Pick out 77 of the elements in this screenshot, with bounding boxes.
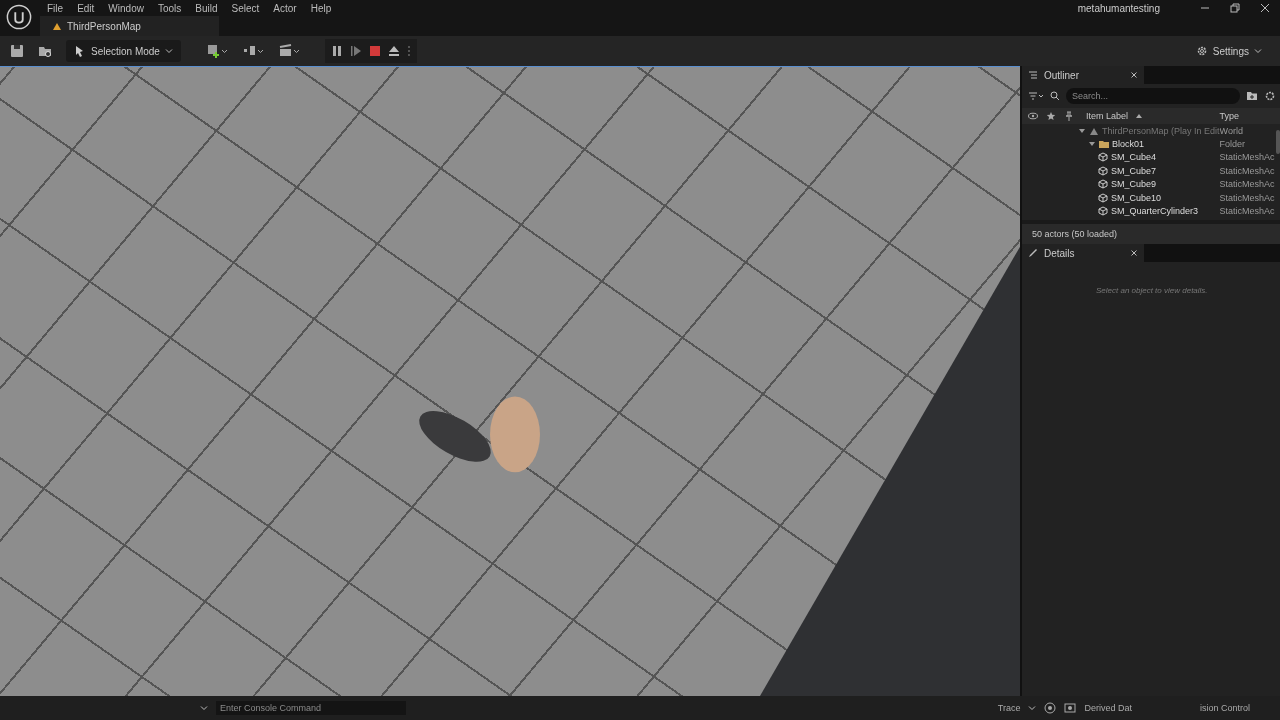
outliner-item[interactable]: ThirdPersonMap (Play In Edit	[1102, 125, 1220, 136]
derived-data-button[interactable]: Derived Dat	[1084, 703, 1132, 713]
column-header[interactable]: Type	[1219, 111, 1276, 121]
eye-icon[interactable]	[1028, 111, 1038, 121]
caret-icon[interactable]	[200, 704, 208, 712]
outliner-tab[interactable]: Outliner	[1044, 69, 1079, 81]
add-folder-icon[interactable]	[1245, 90, 1258, 102]
close-icon[interactable]	[1130, 71, 1138, 79]
outliner-item[interactable]: SM_Cube7	[1111, 165, 1157, 176]
source-control-button[interactable]: ision Control	[1199, 703, 1250, 713]
restore-icon[interactable]	[1230, 3, 1240, 13]
outliner-item[interactable]: Block01	[1112, 139, 1145, 150]
cube-icon	[1098, 152, 1108, 163]
close-icon[interactable]	[1260, 3, 1270, 13]
trace-button[interactable]: Trace	[997, 703, 1021, 713]
caret-icon	[1254, 47, 1262, 55]
settings-button[interactable]: Settings	[1187, 40, 1270, 62]
type-cell-text: StaticMeshAc	[1219, 192, 1276, 203]
type-cell-text: StaticMeshAc	[1219, 152, 1276, 163]
type-cell-text: Folder	[1219, 139, 1247, 150]
cube-icon	[1098, 179, 1108, 190]
eject-icon[interactable]	[387, 45, 400, 57]
menu-item[interactable]: Actor	[266, 2, 304, 14]
outliner-item[interactable]: SM_Cube9	[1111, 179, 1157, 190]
details-tab[interactable]: Details	[1044, 247, 1075, 259]
pin-icon[interactable]	[1064, 111, 1074, 121]
project-name: metahumantesting	[1077, 3, 1160, 14]
caret-icon	[164, 47, 173, 55]
engine-logo-icon[interactable]	[6, 4, 32, 30]
search-field[interactable]: Search...	[1066, 88, 1240, 104]
type-cell-text: StaticMeshAc	[1219, 179, 1276, 190]
star-icon[interactable]	[1046, 111, 1056, 121]
expander-arrow-icon[interactable]	[1078, 126, 1086, 135]
sort-arrow-icon	[1136, 113, 1143, 119]
selection-mode-dropdown[interactable]: Selection Mode	[66, 40, 181, 62]
record-icon[interactable]	[1044, 702, 1057, 714]
list-icon	[1028, 70, 1038, 80]
menu-item[interactable]: Tools	[150, 2, 189, 14]
menu-item[interactable]: File	[40, 2, 71, 14]
menu-item[interactable]: Help	[303, 2, 339, 14]
cube-icon	[1098, 165, 1108, 176]
cube-icon	[1098, 192, 1108, 203]
screenshot-icon[interactable]	[1064, 702, 1077, 714]
save-icon[interactable]	[10, 44, 24, 58]
folder-search-icon[interactable]	[38, 44, 52, 58]
outliner-item[interactable]: SM_Cube4	[1111, 152, 1157, 163]
column-header[interactable]: Item Label	[1086, 111, 1129, 121]
pause-icon[interactable]	[330, 45, 343, 57]
menu-item[interactable]: Build	[188, 2, 225, 14]
clapperboard-icon[interactable]	[278, 44, 301, 58]
details-hint: Select an object to view details.	[1095, 286, 1208, 296]
console-field[interactable]: Enter Console Command	[216, 701, 406, 715]
3d-viewport-render[interactable]	[0, 66, 1020, 696]
outliner-item[interactable]: SM_QuarterCylinder3	[1111, 206, 1199, 217]
close-icon[interactable]	[1130, 249, 1138, 257]
step-icon[interactable]	[349, 45, 362, 57]
caret-icon[interactable]	[1028, 704, 1037, 712]
level-icon	[52, 21, 62, 31]
actor-count: 50 actors (50 loaded)	[1022, 220, 1280, 244]
menu-item[interactable]: Edit	[70, 2, 102, 14]
type-cell-text: StaticMeshAc	[1219, 206, 1276, 217]
level-tab[interactable]: ThirdPersonMap	[40, 16, 219, 36]
menu-item[interactable]: Window	[101, 2, 151, 14]
cube-icon	[1098, 206, 1108, 217]
stop-icon[interactable]	[368, 45, 381, 57]
menu-item[interactable]: Select	[224, 2, 267, 14]
type-cell-text: StaticMeshAc	[1219, 165, 1276, 176]
search-icon	[1050, 91, 1060, 101]
outliner-item[interactable]: SM_Cube10	[1111, 192, 1162, 203]
character-drawing[interactable]	[419, 396, 540, 473]
folder-icon	[1099, 139, 1109, 150]
pencil-icon	[1028, 248, 1038, 258]
filter-icon[interactable]	[1028, 91, 1044, 101]
settings-icon	[1195, 45, 1208, 57]
add-actor-icon[interactable]	[206, 44, 229, 58]
settings-icon[interactable]	[1263, 90, 1276, 102]
type-cell-text: World	[1219, 125, 1244, 136]
